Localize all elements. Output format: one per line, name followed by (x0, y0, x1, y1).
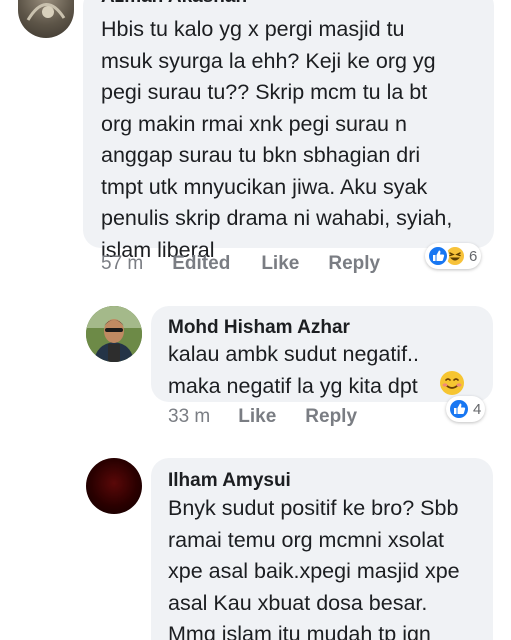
smiling-face-emoji (439, 370, 465, 396)
like-button[interactable]: Like (238, 406, 276, 428)
comment-author[interactable]: Azman Akashah (101, 0, 247, 8)
comment-author[interactable]: Ilham Amysui (168, 470, 291, 492)
reaction-summary[interactable]: 4 (446, 396, 486, 422)
comment-text: kalau ambk sudut negatif.. maka negatif … (168, 342, 419, 398)
avatar[interactable] (86, 458, 142, 514)
avatar-image (26, 3, 66, 21)
comment-bubble: Mohd Hisham Azhar kalau ambk sudut negat… (151, 306, 493, 402)
comment-text: Hbis tu kalo yg x pergi masjid tu msuk s… (101, 17, 453, 262)
comment-actions: 57 m Edited Like Reply (101, 253, 380, 275)
reaction-count: 6 (469, 247, 478, 265)
like-icon (448, 398, 470, 420)
reply-button[interactable]: Reply (305, 406, 357, 428)
reaction-count: 4 (473, 400, 482, 418)
avatar[interactable] (86, 306, 142, 362)
reply-button[interactable]: Reply (328, 253, 380, 275)
comment-bubble: Ilham Amysui Bnyk sudut positif ke bro? … (151, 458, 493, 640)
like-button[interactable]: Like (261, 253, 299, 275)
comment-text: Bnyk sudut positif ke bro? Sbb ramai tem… (168, 496, 460, 640)
like-icon (427, 245, 449, 267)
comment-actions: 33 m Like Reply (168, 406, 357, 428)
avatar[interactable] (18, 0, 74, 38)
comment-bubble: Azman Akashah Hbis tu kalo yg x pergi ma… (83, 0, 494, 262)
avatar-image (86, 306, 142, 362)
comment-timestamp[interactable]: 57 m (101, 253, 143, 275)
comment-author[interactable]: Mohd Hisham Azhar (168, 317, 350, 339)
reaction-summary[interactable]: 6 (425, 243, 482, 269)
comment-timestamp[interactable]: 33 m (168, 406, 210, 428)
edited-label[interactable]: Edited (172, 253, 230, 275)
